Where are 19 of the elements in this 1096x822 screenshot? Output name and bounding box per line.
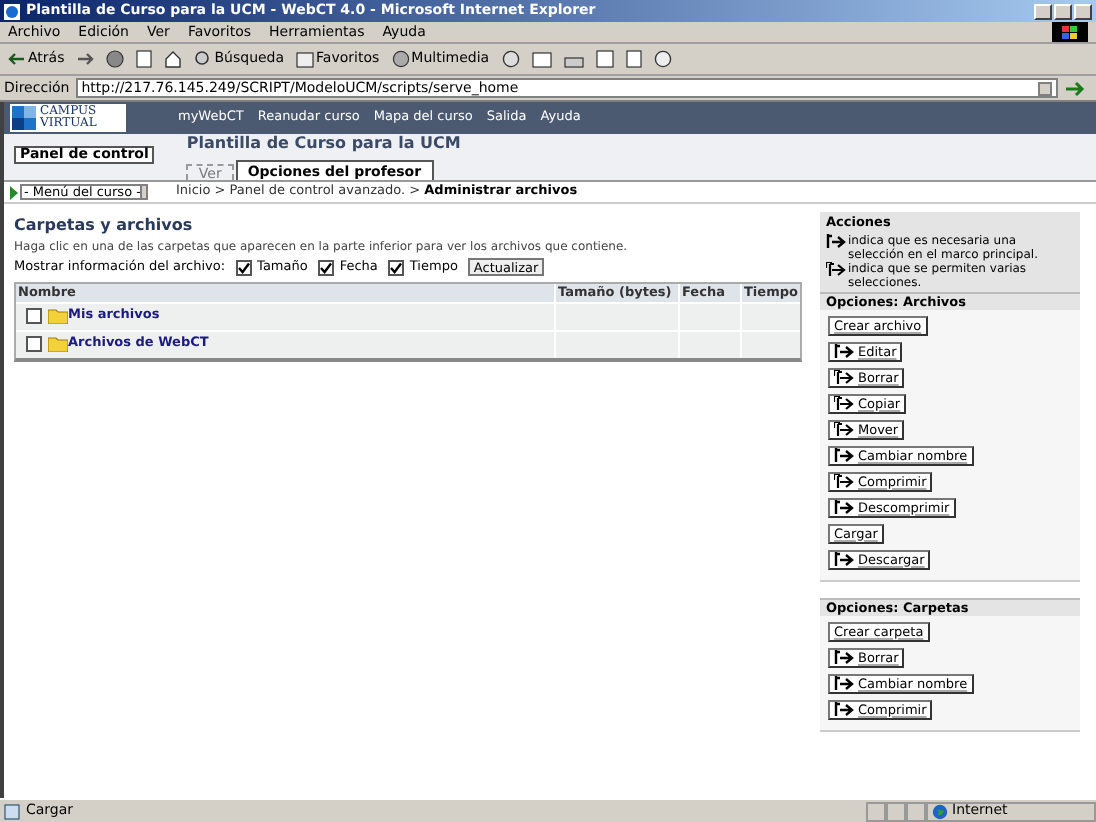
close-button[interactable] — [1074, 3, 1092, 19]
checkbox[interactable] — [235, 259, 252, 276]
globe-icon — [932, 803, 948, 819]
browser-icon — [4, 3, 20, 19]
checkbox[interactable] — [387, 259, 404, 276]
checkbox[interactable] — [26, 308, 42, 325]
windows-logo-icon — [1052, 22, 1088, 42]
checkbox[interactable] — [317, 259, 334, 276]
maximize-button[interactable] — [1054, 3, 1072, 19]
back-arrow-icon — [8, 52, 26, 66]
home-icon[interactable] — [164, 50, 183, 68]
forward-arrow-icon[interactable] — [76, 52, 95, 66]
page-icon — [4, 803, 20, 819]
search-icon — [194, 50, 213, 68]
course-title: Plantilla de Curso para la UCM — [186, 132, 461, 156]
play-icon — [10, 185, 18, 199]
section-title: Carpetas y archivos — [14, 214, 195, 238]
minimize-button[interactable] — [1034, 3, 1052, 19]
checkbox[interactable] — [26, 336, 42, 353]
